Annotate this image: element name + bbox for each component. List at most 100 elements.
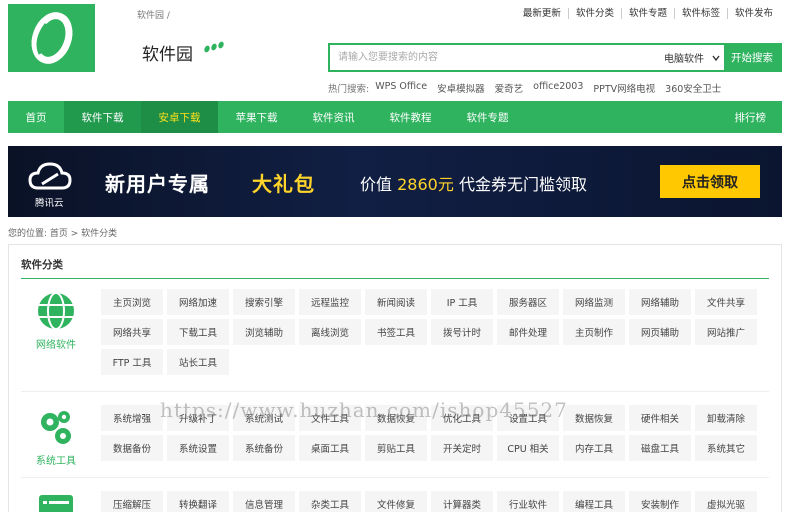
tag[interactable]: CPU 相关 xyxy=(497,435,559,461)
main-nav: 首页 软件下载 安卓下载 苹果下载 软件资讯 软件教程 软件专题 排行榜 xyxy=(8,101,782,133)
group-header[interactable]: 网络软件 xyxy=(21,291,91,351)
window-icon xyxy=(39,495,73,512)
tag[interactable]: 搜索引擎 xyxy=(233,289,295,315)
tag[interactable]: IP 工具 xyxy=(431,289,493,315)
tag[interactable]: 文件修复 xyxy=(365,491,427,512)
tag[interactable]: 网络共享 xyxy=(101,319,163,345)
group-name: 网络软件 xyxy=(36,340,76,351)
top-breadcrumb[interactable]: 软件园 / xyxy=(137,8,170,21)
nav-news[interactable]: 软件资讯 xyxy=(295,101,372,133)
tag[interactable]: 转换翻译 xyxy=(167,491,229,512)
tag[interactable]: 离线浏览 xyxy=(299,319,361,345)
banner-brand: 腾讯云 xyxy=(35,198,64,209)
group-header[interactable] xyxy=(21,493,91,512)
tag[interactable]: 编程工具 xyxy=(563,491,625,512)
tag[interactable]: 磁盘工具 xyxy=(629,435,691,461)
nav-home[interactable]: 首页 xyxy=(8,101,64,133)
nav-android-download[interactable]: 安卓下载 xyxy=(141,101,218,133)
tag[interactable]: 系统其它 xyxy=(695,435,757,461)
tag[interactable]: 剪贴工具 xyxy=(365,435,427,461)
nav-software-download[interactable]: 软件下载 xyxy=(64,101,141,133)
tag[interactable]: 主页制作 xyxy=(563,319,625,345)
site-name: 软件园 xyxy=(142,45,193,65)
ad-banner[interactable]: 腾讯云 新用户专属 大礼包 价值 2860元 代金券无门槛领取 点击领取 xyxy=(8,146,782,217)
tag[interactable]: 服务器区 xyxy=(497,289,559,315)
tag-list: 压缩解压 转换翻译 信息管理 杂类工具 文件修复 计算器类 行业软件 编程工具 … xyxy=(101,491,769,512)
top-links: 最新更新 软件分类 软件专题 软件标签 软件发布 xyxy=(516,8,780,19)
tag[interactable]: 系统备份 xyxy=(233,435,295,461)
banner-headline: 新用户专属 xyxy=(105,172,210,196)
top-link-tags[interactable]: 软件标签 xyxy=(673,8,727,19)
location-breadcrumb[interactable]: 您的位置: 首页 > 软件分类 xyxy=(8,226,117,239)
tag[interactable]: 数据备份 xyxy=(101,435,163,461)
hot-item[interactable]: PPTV网络电视 xyxy=(593,81,655,95)
hot-item[interactable]: 360安全卫士 xyxy=(665,81,721,95)
tag[interactable]: 网站推广 xyxy=(695,319,757,345)
search-input[interactable] xyxy=(330,45,658,70)
group-name: 系统工具 xyxy=(36,456,76,467)
panel-title: 软件分类 xyxy=(21,259,63,271)
tag[interactable]: 虚拟光驱 xyxy=(695,491,757,512)
tag[interactable]: 卸载清除 xyxy=(695,405,757,431)
search-bar: 电脑软件 开始搜索 xyxy=(328,43,782,72)
hot-item[interactable]: 爱奇艺 xyxy=(495,81,524,95)
hot-item[interactable]: WPS Office xyxy=(375,81,427,95)
tag[interactable]: 网络加速 xyxy=(167,289,229,315)
tag[interactable]: 新闻阅读 xyxy=(365,289,427,315)
chevron-down-icon xyxy=(712,55,720,61)
tag[interactable]: 杂类工具 xyxy=(299,491,361,512)
tag[interactable]: 文件共享 xyxy=(695,289,757,315)
banner-value-prefix: 价值 xyxy=(360,175,393,194)
top-link-category[interactable]: 软件分类 xyxy=(567,8,621,19)
banner-value-amount: 2860元 xyxy=(397,175,454,194)
top-link-publish[interactable]: 软件发布 xyxy=(726,8,780,19)
tag[interactable]: 行业软件 xyxy=(497,491,559,512)
tag[interactable]: 网络辅助 xyxy=(629,289,691,315)
tag[interactable]: 邮件处理 xyxy=(497,319,559,345)
nav-apple-download[interactable]: 苹果下载 xyxy=(218,101,295,133)
hot-item[interactable]: office2003 xyxy=(533,81,583,95)
nav-ranking[interactable]: 排行榜 xyxy=(735,110,783,125)
hot-item[interactable]: 安卓模拟器 xyxy=(437,81,485,95)
tag[interactable]: 内存工具 xyxy=(563,435,625,461)
dots-icon xyxy=(204,41,224,53)
tag[interactable]: 压缩解压 xyxy=(101,491,163,512)
tag[interactable]: 网络监测 xyxy=(563,289,625,315)
banner-highlight: 大礼包 xyxy=(252,172,315,196)
search-select-value: 电脑软件 xyxy=(664,54,704,65)
banner-cta-button[interactable]: 点击领取 xyxy=(660,165,760,198)
nav-tutorials[interactable]: 软件教程 xyxy=(372,101,449,133)
site-logo[interactable] xyxy=(8,4,95,72)
top-link-latest[interactable]: 最新更新 xyxy=(516,8,568,19)
nav-topics[interactable]: 软件专题 xyxy=(449,101,526,133)
tag[interactable]: 数据恢复 xyxy=(563,405,625,431)
tag[interactable]: 下载工具 xyxy=(167,319,229,345)
tag[interactable]: 书签工具 xyxy=(365,319,427,345)
top-link-topics[interactable]: 软件专题 xyxy=(620,8,674,19)
search-button[interactable]: 开始搜索 xyxy=(724,45,780,70)
banner-value-suffix: 代金券无门槛领取 xyxy=(458,175,587,194)
tag[interactable]: 浏览辅助 xyxy=(233,319,295,345)
tag[interactable]: 开关定时 xyxy=(431,435,493,461)
banner-value: 价值 2860元 代金券无门槛领取 xyxy=(360,171,587,195)
tag[interactable]: 计算器类 xyxy=(431,491,493,512)
tag[interactable]: 安装制作 xyxy=(629,491,691,512)
tag[interactable]: 远程监控 xyxy=(299,289,361,315)
tag[interactable]: 桌面工具 xyxy=(299,435,361,461)
tag[interactable]: FTP 工具 xyxy=(101,349,163,375)
group-header[interactable]: 系统工具 xyxy=(21,407,91,467)
search-category-select[interactable]: 电脑软件 xyxy=(658,45,724,70)
tag[interactable]: 站长工具 xyxy=(167,349,229,375)
tag[interactable]: 系统设置 xyxy=(167,435,229,461)
tag[interactable]: 拨号计时 xyxy=(431,319,493,345)
hot-label: 热门搜索: xyxy=(328,84,370,95)
tag[interactable]: 系统增强 xyxy=(101,405,163,431)
category-panel: 软件分类 网络软件 主页浏览 网络加速 搜索引擎 远程监控 新闻阅读 IP 工具… xyxy=(8,244,782,512)
tag[interactable]: 主页浏览 xyxy=(101,289,163,315)
tag-list: 主页浏览 网络加速 搜索引擎 远程监控 新闻阅读 IP 工具 服务器区 网络监测… xyxy=(101,289,769,375)
tag[interactable]: 网页辅助 xyxy=(629,319,691,345)
logo-icon xyxy=(31,12,73,64)
globe-icon xyxy=(38,292,74,330)
tag[interactable]: 信息管理 xyxy=(233,491,295,512)
tag[interactable]: 硬件相关 xyxy=(629,405,691,431)
